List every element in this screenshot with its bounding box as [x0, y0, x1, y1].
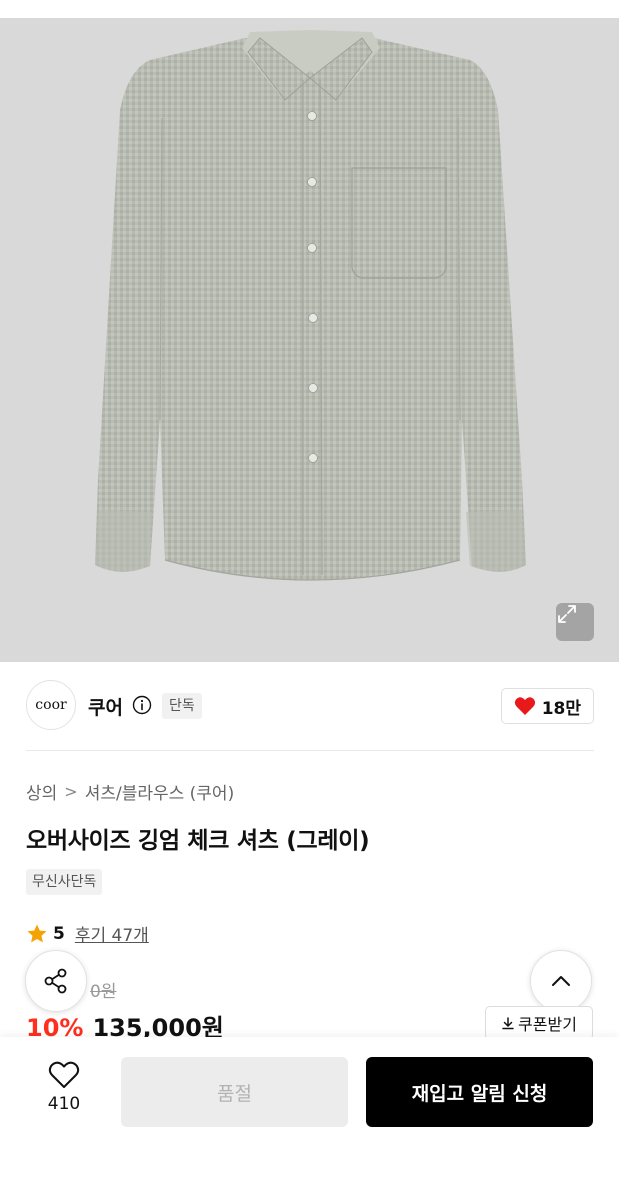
exclusive-badge: 단독 — [162, 693, 202, 719]
product-image[interactable] — [0, 0, 619, 662]
brand-like-count: 18만 — [541, 698, 581, 719]
product-title: 오버사이즈 깅엄 체크 셔츠 (그레이) — [26, 828, 370, 854]
info-icon[interactable] — [132, 695, 152, 715]
share-icon — [44, 968, 67, 994]
breadcrumb: 상의 > 셔츠/블라우스 (쿠어) — [26, 779, 234, 804]
restock-alert-button[interactable]: 재입고 알림 신청 — [366, 1057, 593, 1127]
divider — [26, 750, 594, 751]
original-price: 0원 — [90, 982, 117, 1002]
star-icon — [27, 924, 47, 942]
expand-image-button[interactable] — [556, 603, 594, 641]
wishlist-button[interactable]: 410 — [38, 1060, 90, 1124]
reviews-link[interactable]: 후기 47개 — [75, 921, 149, 946]
brand-like-button[interactable]: 18만 — [500, 688, 594, 724]
brand-row: coor 쿠어 단독 18만 — [26, 680, 594, 732]
wishlist-count: 410 — [47, 1094, 81, 1114]
musinsa-exclusive-tag: 무신사단독 — [26, 869, 103, 895]
bottom-action-bar: 410 품절 재입고 알림 신청 — [0, 1037, 619, 1200]
breadcrumb-item-subcategory[interactable]: 셔츠/블라우스 (쿠어) — [85, 779, 235, 804]
shirt-illustration — [95, 30, 526, 581]
chevron-right-icon: > — [64, 782, 78, 801]
coupon-label: 쿠폰받기 — [518, 1015, 577, 1034]
heart-outline-icon — [48, 1061, 80, 1088]
coupon-button[interactable]: 쿠폰받기 — [485, 1006, 593, 1040]
soldout-button[interactable]: 품절 — [121, 1057, 348, 1127]
rating-row: 5 후기 47개 — [26, 921, 149, 946]
share-button[interactable] — [25, 950, 87, 1012]
brand-logo[interactable]: coor — [26, 680, 76, 730]
download-icon — [502, 1017, 514, 1030]
brand-name[interactable]: 쿠어 — [88, 693, 123, 720]
scroll-top-button[interactable] — [530, 950, 592, 1012]
expand-icon — [558, 605, 576, 623]
breadcrumb-item-category[interactable]: 상의 — [26, 779, 57, 804]
heart-filled-icon — [514, 697, 535, 715]
rating-score: 5 — [53, 923, 65, 944]
chevron-up-icon — [552, 976, 570, 986]
